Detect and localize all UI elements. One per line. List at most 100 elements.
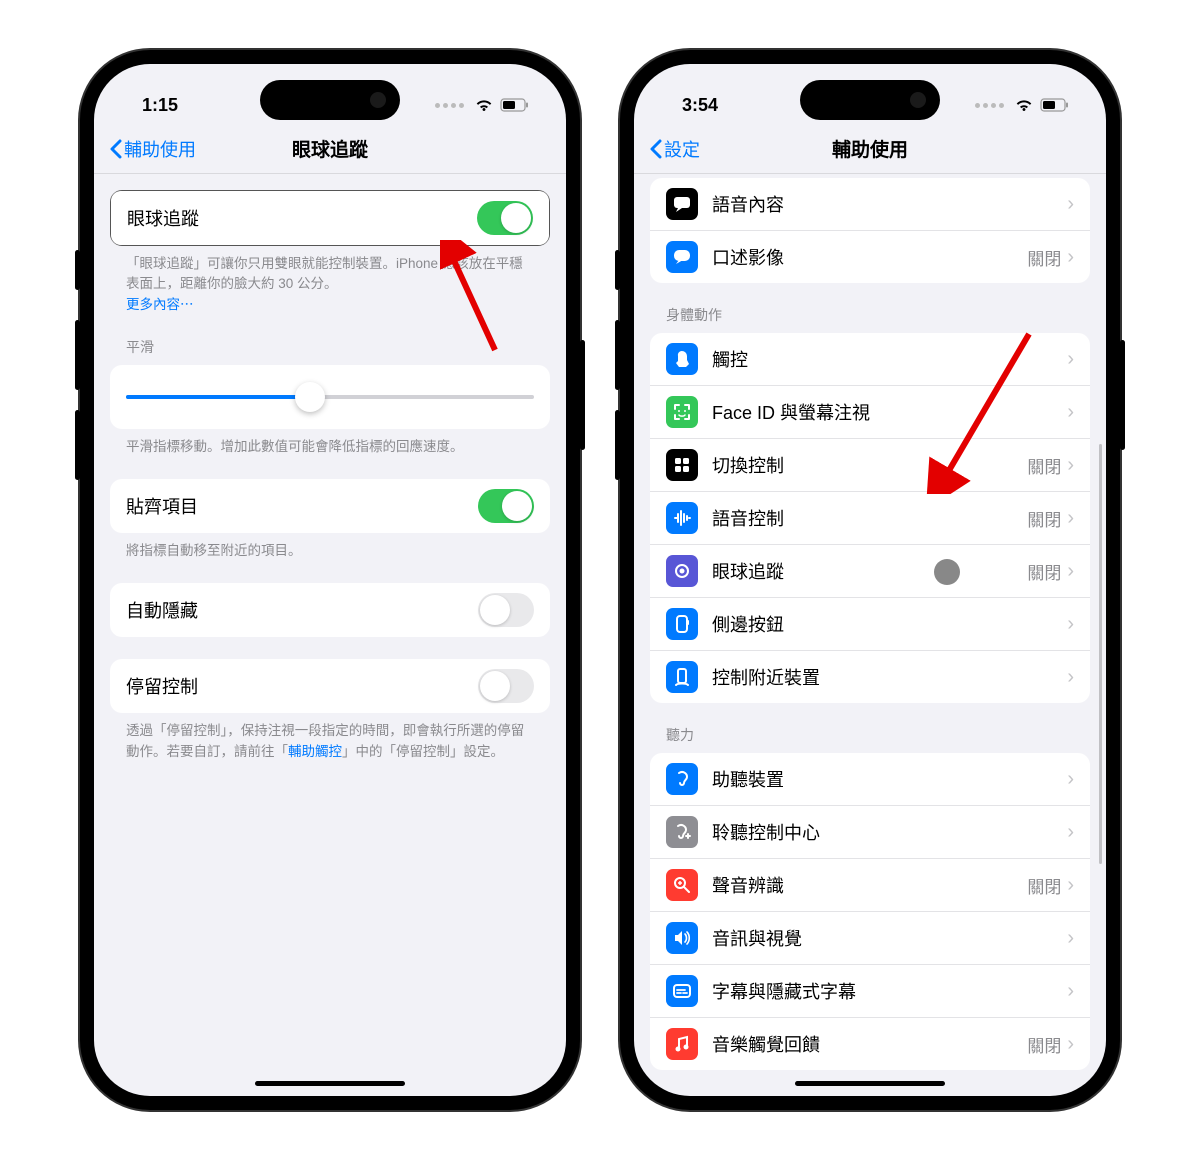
captions-icon — [666, 975, 698, 1007]
snap-footer: 將指標自動移至附近的項目。 — [94, 533, 566, 561]
chevron-right-icon: › — [1067, 507, 1074, 530]
list-item-label: 口述影像 — [712, 244, 1027, 270]
list-item[interactable]: 聆聽控制中心› — [650, 806, 1090, 859]
list-item[interactable]: 口述影像關閉 › — [650, 231, 1090, 283]
chevron-right-icon: › — [1067, 454, 1074, 477]
list-item[interactable]: 音樂觸覺回饋關閉 › — [650, 1018, 1090, 1070]
list-item-status: 關閉 — [1027, 245, 1061, 270]
list-item[interactable]: 眼球追蹤關閉 › — [650, 545, 1090, 598]
content-right[interactable]: 語音內容›口述影像關閉› 身體動作 觸控›Face ID 與螢幕注視›切換控制關… — [634, 174, 1106, 1090]
dynamic-island — [260, 80, 400, 120]
list-item[interactable]: 切換控制關閉 › — [650, 439, 1090, 492]
battery-icon — [500, 98, 530, 112]
chevron-right-icon: › — [1067, 1033, 1074, 1056]
chevron-right-icon: › — [1067, 560, 1074, 583]
battery-icon — [1040, 98, 1070, 112]
scroll-indicator — [1099, 444, 1102, 864]
speech-balloon-icon — [666, 188, 698, 220]
list-item[interactable]: 語音控制關閉 › — [650, 492, 1090, 545]
autohide-toggle-row[interactable]: 自動隱藏 — [110, 583, 550, 637]
autohide-toggle[interactable] — [478, 593, 534, 627]
status-time: 3:54 — [682, 95, 718, 116]
list-item-label: 音樂觸覺回饋 — [712, 1031, 1027, 1057]
pointer-cursor — [934, 559, 960, 585]
nav-back-button[interactable]: 設定 — [648, 136, 700, 162]
list-item-label: 眼球追蹤 — [712, 558, 1027, 584]
chevron-right-icon: › — [1067, 348, 1074, 371]
smooth-slider-row[interactable] — [110, 365, 550, 429]
nav-back-button[interactable]: 輔助使用 — [108, 136, 196, 162]
list-item-status: 關閉 — [1027, 1032, 1061, 1057]
list-item[interactable]: 字幕與隱藏式字幕› — [650, 965, 1090, 1018]
list-item-label: 側邊按鈕 — [712, 611, 1067, 637]
list-item-status: 關閉 — [1027, 873, 1061, 898]
assistive-touch-link[interactable]: 輔助觸控 — [288, 744, 342, 759]
content-left: 眼球追蹤 「眼球追蹤」可讓你只用雙眼就能控制裝置。iPhone 應該放在平穩表面… — [94, 174, 566, 782]
list-item[interactable]: 聲音辨識關閉› — [650, 859, 1090, 912]
nearby-icon — [666, 661, 698, 693]
dwell-footer: 透過「停留控制」，保持注視一段指定的時間，即會執行所選的停留動作。若要自訂，請前… — [94, 713, 566, 762]
chat-bubble-icon — [666, 241, 698, 273]
ear-icon — [666, 763, 698, 795]
hearing-cc-icon — [666, 816, 698, 848]
list-item-status: 關閉 — [1027, 506, 1061, 531]
list-item-status: 關閉 — [1027, 453, 1061, 478]
chevron-right-icon: › — [1067, 980, 1074, 1003]
more-link[interactable]: 更多內容⋯ — [126, 297, 194, 312]
body-group: 觸控›Face ID 與螢幕注視›切換控制關閉›語音控制關閉›眼球追蹤關閉›側邊… — [650, 333, 1090, 703]
home-indicator — [795, 1081, 945, 1086]
face-id-icon — [666, 396, 698, 428]
list-item-label: 切換控制 — [712, 452, 1027, 478]
chevron-right-icon: › — [1067, 613, 1074, 636]
list-item-label: 聲音辨識 — [712, 872, 1027, 898]
list-item-label: 語音內容 — [712, 191, 1067, 217]
dynamic-island — [800, 80, 940, 120]
phone-left: 1:15 輔助使用 眼球追蹤 眼球追蹤 — [80, 50, 580, 1110]
dwell-label: 停留控制 — [126, 673, 478, 699]
screen-right: 3:54 設定 輔助使用 語音內容›口述影像關閉› 身體動作 觸控›Face I… — [634, 64, 1106, 1096]
list-item[interactable]: 觸控› — [650, 333, 1090, 386]
chevron-right-icon: › — [1067, 768, 1074, 791]
chevron-right-icon: › — [1067, 821, 1074, 844]
list-item[interactable]: 助聽裝置› — [650, 753, 1090, 806]
eye-track-icon — [666, 555, 698, 587]
home-indicator — [255, 1081, 405, 1086]
phone-right: 3:54 設定 輔助使用 語音內容›口述影像關閉› 身體動作 觸控›Face I… — [620, 50, 1120, 1110]
list-item-label: 觸控 — [712, 346, 1067, 372]
snap-toggle-row[interactable]: 貼齊項目 — [110, 479, 550, 533]
touch-icon — [666, 343, 698, 375]
hearing-group: 助聽裝置›聆聽控制中心›聲音辨識關閉›音訊與視覺›字幕與隱藏式字幕›音樂觸覺回饋… — [650, 753, 1090, 1070]
wifi-icon — [1014, 98, 1034, 112]
list-item[interactable]: 語音內容› — [650, 178, 1090, 231]
body-header: 身體動作 — [634, 305, 1106, 333]
smooth-header: 平滑 — [94, 337, 566, 365]
chevron-right-icon: › — [1067, 246, 1074, 269]
status-time: 1:15 — [142, 95, 178, 116]
nav-title: 眼球追蹤 — [292, 135, 368, 162]
chevron-right-icon: › — [1067, 193, 1074, 216]
dwell-toggle[interactable] — [478, 669, 534, 703]
list-item-label: 語音控制 — [712, 505, 1027, 531]
snap-label: 貼齊項目 — [126, 493, 478, 519]
dwell-toggle-row[interactable]: 停留控制 — [110, 659, 550, 713]
list-item[interactable]: 音訊與視覺› — [650, 912, 1090, 965]
smooth-footer: 平滑指標移動。增加此數值可能會降低指標的回應速度。 — [94, 429, 566, 457]
list-item-label: 聆聽控制中心 — [712, 819, 1067, 845]
eye-tracking-toggle[interactable] — [477, 201, 533, 235]
list-item-label: 字幕與隱藏式字幕 — [712, 978, 1067, 1004]
list-item[interactable]: 控制附近裝置› — [650, 651, 1090, 703]
eye-tracking-footer: 「眼球追蹤」可讓你只用雙眼就能控制裝置。iPhone 應該放在平穩表面上，距離你… — [94, 246, 566, 315]
chevron-right-icon: › — [1067, 666, 1074, 689]
list-item[interactable]: 側邊按鈕› — [650, 598, 1090, 651]
eye-tracking-toggle-row[interactable]: 眼球追蹤 — [111, 191, 549, 245]
nav-title: 輔助使用 — [832, 135, 908, 162]
hearing-header: 聽力 — [634, 725, 1106, 753]
list-item-label: Face ID 與螢幕注視 — [712, 399, 1067, 425]
audio-visual-icon — [666, 922, 698, 954]
list-item-status: 關閉 — [1027, 559, 1061, 584]
sound-recog-icon — [666, 869, 698, 901]
snap-toggle[interactable] — [478, 489, 534, 523]
nav-bar: 輔助使用 眼球追蹤 — [94, 124, 566, 174]
smooth-slider[interactable] — [126, 395, 534, 399]
list-item[interactable]: Face ID 與螢幕注視› — [650, 386, 1090, 439]
